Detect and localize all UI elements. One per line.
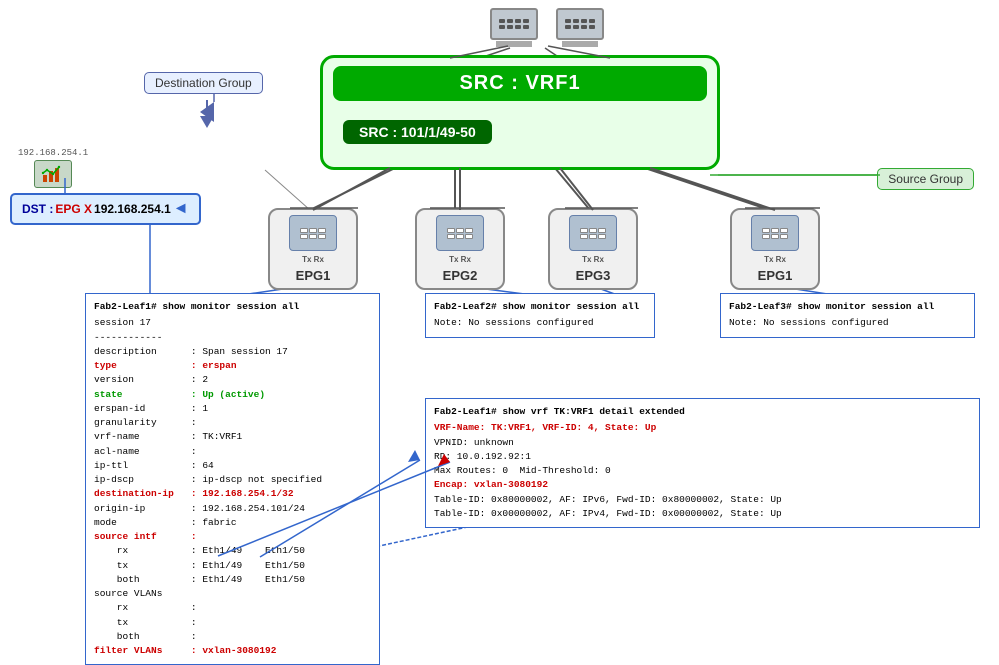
epg-label-2: EPG3 [576,268,611,283]
destination-group-callout: Destination Group [144,72,263,94]
src-vrf-label: SRC : VRF1 [333,66,707,101]
dst-epg-name: EPG X [55,202,92,216]
monitor-title-leaf3: Fab2-Leaf3# show monitor session all [729,300,966,314]
dst-arrow: ◄ [173,200,189,218]
epg-device-label-1: Tx Rx [449,255,471,264]
dst-epg-box: DST : EPG X 192.168.254.1 ◄ [10,193,201,225]
monitor-title-leaf2: Fab2-Leaf2# show monitor session all [434,300,646,314]
dst-device-icon: 192.168.254.1 [18,148,88,188]
epg-box-1: Tx Rx EPG2 [415,208,505,290]
epg-box-0: Tx Rx EPG1 [268,208,358,290]
monitor-box-leaf2: Fab2-Leaf2# show monitor session all Not… [425,293,655,338]
src-port-label: SRC : 101/1/49-50 [343,120,492,144]
monitor-box-leaf1: Fab2-Leaf1# show monitor session all ses… [85,293,380,665]
epg-device-label-3: Tx Rx [764,255,786,264]
monitor-box-leaf3: Fab2-Leaf3# show monitor session all Not… [720,293,975,338]
epg-box-3: Tx Rx EPG1 [730,208,820,290]
spine-switch-1 [490,8,538,47]
monitor-box-vrf-detail: Fab2-Leaf1# show vrf TK:VRF1 detail exte… [425,398,980,528]
epg-label-3: EPG1 [758,268,793,283]
source-group-callout: Source Group [877,168,974,190]
dst-ip: 192.168.254.1 [94,202,171,216]
src-vrf-container: SRC : VRF1 SRC : 101/1/49-50 [320,55,720,170]
epg-label-0: EPG1 [296,268,331,283]
epg-device-label-0: Tx Rx [302,255,324,264]
epg-box-2: Tx Rx EPG3 [548,208,638,290]
spine-switch-2 [556,8,604,47]
monitor-title-vrf: Fab2-Leaf1# show vrf TK:VRF1 detail exte… [434,405,971,419]
dst-prefix: DST : [22,202,53,216]
epg-device-label-2: Tx Rx [582,255,604,264]
epg-label-1: EPG2 [443,268,478,283]
monitor-title-leaf1: Fab2-Leaf1# show monitor session all [94,300,371,314]
